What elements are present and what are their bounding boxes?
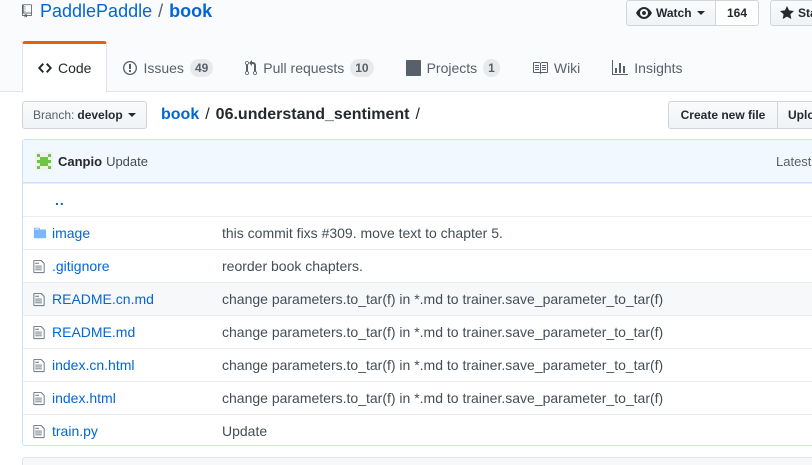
file-name-link[interactable]: README.cn.md [52,291,154,307]
graph-icon [612,59,629,76]
tab-wiki-label: Wiki [553,59,581,76]
chevron-down-icon [127,113,136,117]
file-name-link[interactable]: train.py [52,423,98,439]
chevron-down-icon [696,11,705,15]
commit-message-link[interactable]: change parameters.to_tar(f) in *.md to t… [222,357,663,373]
watch-label: Watch [656,6,692,20]
issues-count-badge: 49 [189,58,214,77]
star-label: Sta [798,6,812,20]
breadcrumb-root-link[interactable]: book [161,106,199,124]
latest-commit-label: Latest [776,153,812,169]
table-row: index.html change parameters.to_tar(f) i… [23,381,812,414]
file-name-link[interactable]: index.html [52,390,116,406]
table-row: .gitignore reorder book chapters. [23,249,812,282]
eye-icon [636,7,652,19]
tab-pull-requests[interactable]: Pull requests 10 [229,41,389,92]
repo-name-link[interactable]: book [169,1,212,22]
tab-code-label: Code [58,60,92,76]
watch-button[interactable]: Watch [626,0,716,26]
readme-box-header [22,457,812,465]
tab-code[interactable]: Code [22,41,108,93]
commit-message-link[interactable]: change parameters.to_tar(f) in *.md to t… [222,324,663,340]
file-icon [33,424,45,439]
branch-label: Branch: [33,108,75,122]
parent-directory-link[interactable]: .. [55,192,65,208]
tab-issues-label: Issues [143,59,184,76]
table-row: README.md change parameters.to_tar(f) in… [23,315,812,348]
commit-message-link[interactable]: this commit fixs #309. move text to chap… [222,225,503,241]
repo-icon [22,4,32,18]
repo-owner-link[interactable]: PaddlePaddle [40,1,152,22]
watch-count[interactable]: 164 [715,0,759,26]
tab-issues[interactable]: Issues 49 [107,41,229,92]
table-row: train.py Update [23,414,812,445]
commit-message-link[interactable]: change parameters.to_tar(f) in *.md to t… [222,291,663,307]
table-row: image this commit fixs #309. move text t… [23,216,812,249]
avatar[interactable] [35,152,53,170]
file-icon [33,325,45,340]
parent-directory-row[interactable]: .. [23,183,812,216]
latest-commit-bar: Canpio Update Latest [23,140,812,183]
file-icon [33,391,45,406]
branch-value: develop [77,108,123,122]
repo-nav-tabs: Code Issues 49 Pull requests 10 Projects… [22,41,699,93]
breadcrumb-current: 06.understand_sentiment [215,106,410,123]
breadcrumb-separator: / [205,106,210,123]
repo-header: PaddlePaddle / book Watch 164 Sta Code I… [0,0,812,93]
commit-message-link[interactable]: Update [106,154,148,169]
repo-separator: / [158,0,164,21]
file-name-link[interactable]: README.md [52,324,135,340]
star-icon [780,6,794,19]
tab-insights[interactable]: Insights [596,41,698,92]
tab-insights-label: Insights [634,59,683,76]
pull-requests-count-badge: 10 [350,58,374,77]
book-icon [532,60,548,76]
breadcrumb-trailing-separator: / [415,106,420,123]
commit-message-link[interactable]: Update [222,423,267,439]
commit-message-link[interactable]: reorder book chapters. [222,258,363,274]
file-name-link[interactable]: index.cn.html [52,357,134,373]
commit-author-link[interactable]: Canpio [58,154,102,169]
pull-request-icon [245,59,258,76]
issue-icon [123,60,138,76]
breadcrumb: book / 06.understand_sentiment / [161,104,426,126]
file-table: Canpio Update Latest .. image this commi… [22,139,812,446]
project-icon [405,59,421,76]
file-icon [33,292,45,307]
tab-wiki[interactable]: Wiki [516,41,596,92]
file-name-link[interactable]: .gitignore [52,258,110,274]
create-new-file-button[interactable]: Create new file [668,101,778,129]
folder-icon [33,227,47,239]
code-icon [38,60,52,76]
file-icon [33,358,45,373]
table-row: index.cn.html change parameters.to_tar(f… [23,348,812,381]
tab-projects[interactable]: Projects 1 [390,41,516,92]
file-name-link[interactable]: image [52,225,90,241]
table-row: README.cn.md change parameters.to_tar(f)… [23,282,812,315]
branch-select-button[interactable]: Branch: develop [22,101,147,129]
projects-count-badge: 1 [483,58,500,77]
file-icon [33,259,45,274]
star-button[interactable]: Sta [770,0,812,26]
repo-title: PaddlePaddle / book [22,0,212,22]
upload-files-button[interactable]: Uplo [777,101,812,129]
tab-projects-label: Projects [426,59,478,76]
commit-message-link[interactable]: change parameters.to_tar(f) in *.md to t… [222,390,663,406]
tab-pull-requests-label: Pull requests [263,59,345,76]
